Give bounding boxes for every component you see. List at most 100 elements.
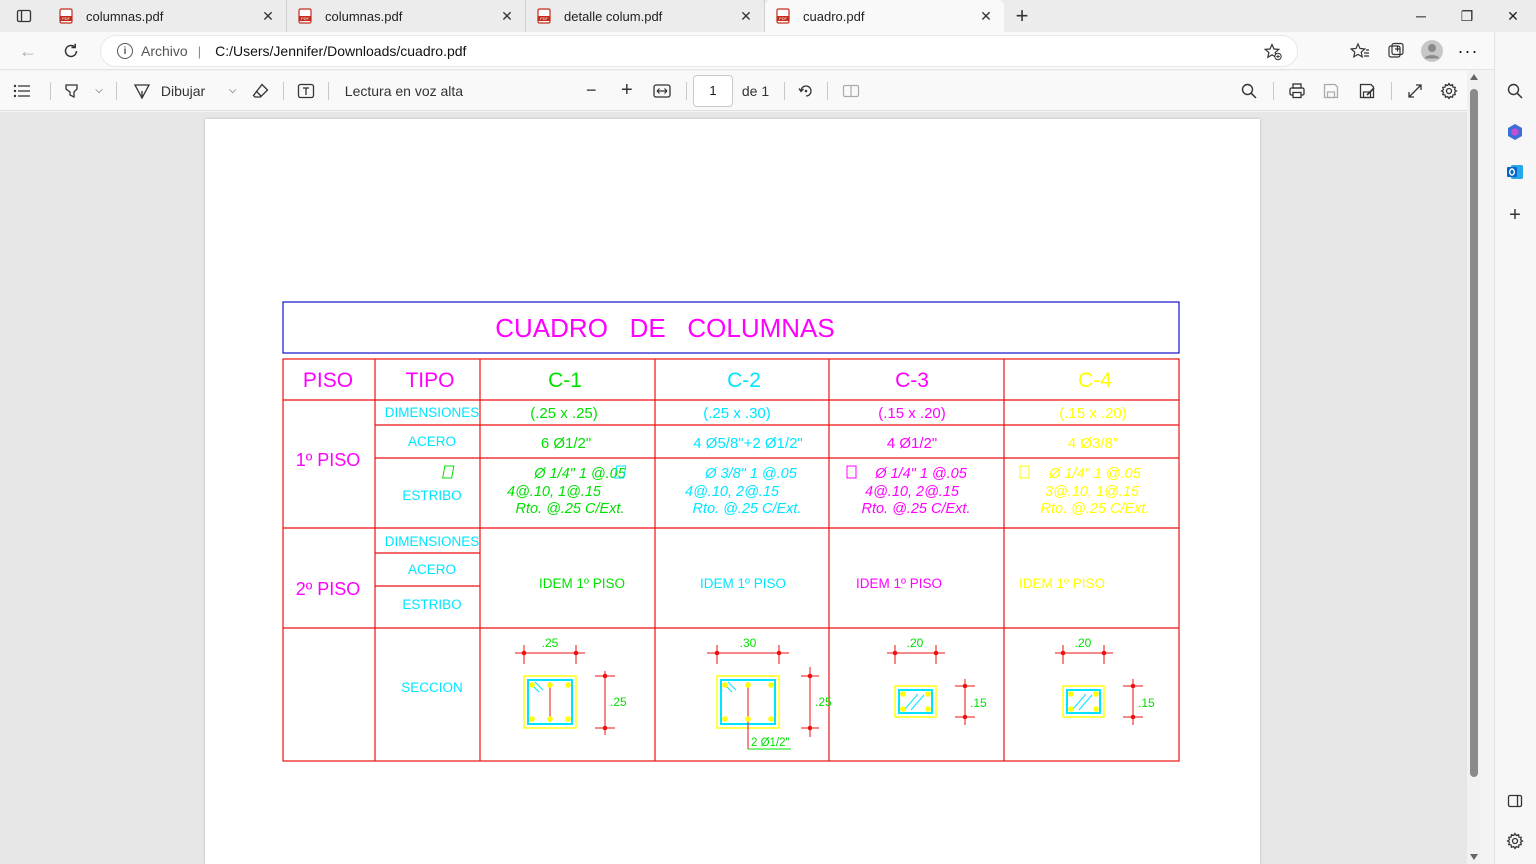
svg-text:PDF: PDF [301, 16, 310, 21]
c1-estribo-1: Ø 1/4" 1 @.05 [533, 466, 627, 482]
draw-button[interactable]: Dibujar [123, 75, 222, 107]
save-as-button[interactable] [1349, 75, 1385, 107]
sidebar-toggle-button[interactable] [1499, 785, 1531, 817]
find-button[interactable] [1231, 75, 1267, 107]
tab-columnas-2[interactable]: PDF columnas.pdf ✕ [287, 0, 526, 32]
sidebar-settings-button[interactable] [1499, 825, 1531, 857]
save-as-icon [1359, 83, 1375, 98]
highlight-button[interactable] [56, 75, 88, 107]
pdf-page: CUADRO DE COLUMNAS PISO TIPO C-1 C-2 C-3… [205, 119, 1260, 864]
plus-icon: + [1509, 203, 1521, 226]
read-aloud-button[interactable]: Lectura en voz alta [335, 75, 464, 107]
sidebar-search-button[interactable] [1499, 75, 1531, 107]
c2-estribo-2: 4@.10, 2@.15 [685, 484, 780, 500]
collections-button[interactable] [1378, 33, 1414, 69]
sidebar-add-button[interactable]: + [1499, 199, 1531, 231]
row-label-dimensiones: DIMENSIONES [385, 405, 480, 420]
c2-estribo-3: Rto. @.25 C/Ext. [692, 501, 801, 517]
text-button[interactable] [290, 75, 322, 107]
divider [826, 81, 828, 100]
c3-width-dim: .20 [907, 636, 924, 650]
c2-bar-note: 2 Ø1/2" [751, 737, 790, 749]
settings-button[interactable] [1431, 75, 1467, 107]
gear-icon [1440, 81, 1458, 100]
profile-button[interactable] [1414, 33, 1450, 69]
scroll-up-icon[interactable] [1470, 74, 1478, 80]
tab-detalle-colum[interactable]: PDF detalle colum.pdf ✕ [526, 0, 765, 32]
fit-width-icon [653, 83, 672, 98]
page-view-button[interactable] [834, 75, 868, 107]
tab-actions-icon [16, 9, 32, 23]
c4-idem: IDEM 1º PISO [1019, 576, 1105, 591]
tab-actions-button[interactable] [0, 0, 48, 32]
m365-icon [1508, 124, 1522, 140]
vertical-scrollbar[interactable] [1467, 71, 1481, 864]
url-field[interactable]: i Archivo | C:/Users/Jennifer/Downloads/… [100, 35, 1298, 67]
c3-dimensiones: (.15 x .20) [878, 405, 946, 422]
scroll-thumb[interactable] [1470, 89, 1478, 777]
c1-height-dim: .25 [610, 695, 627, 709]
outlook-icon [1507, 165, 1523, 179]
plus-icon: + [620, 79, 633, 101]
tab-strip: PDF columnas.pdf ✕ PDF columnas.pdf ✕ PD… [0, 0, 1536, 32]
svg-text:PDF: PDF [62, 16, 71, 21]
new-tab-button[interactable]: + [1006, 0, 1038, 32]
refresh-button[interactable] [53, 33, 89, 69]
close-icon[interactable]: ✕ [978, 8, 994, 24]
highlight-options-button[interactable]: ⌵ [88, 75, 110, 107]
sidebar-outlook-button[interactable] [1499, 156, 1531, 188]
c1-estribo-2: 4@.10, 1@.15 [507, 484, 602, 500]
fullscreen-button[interactable] [1398, 75, 1432, 107]
divider [49, 81, 51, 100]
close-icon[interactable]: ✕ [260, 8, 276, 24]
page-number-input[interactable]: 1 [693, 74, 733, 107]
url-text: C:/Users/Jennifer/Downloads/cuadro.pdf [215, 43, 467, 59]
fit-width-button[interactable] [645, 75, 681, 107]
info-icon[interactable]: i [117, 43, 133, 59]
divider [1273, 81, 1275, 100]
pdf-file-icon: PDF [776, 8, 790, 24]
svg-text:PDF: PDF [540, 16, 549, 21]
c3-estribo-1: Ø 1/4" 1 @.05 [874, 466, 968, 482]
restore-button[interactable]: ❐ [1444, 0, 1490, 32]
save-icon [1324, 83, 1339, 98]
scroll-down-icon[interactable] [1470, 854, 1478, 860]
sidebar-panel-icon [1507, 794, 1523, 808]
close-icon[interactable]: ✕ [738, 8, 754, 24]
close-icon[interactable]: ✕ [499, 8, 515, 24]
text-box-icon [297, 83, 315, 98]
c2-dimensiones: (.25 x .30) [703, 405, 771, 422]
svg-text:PDF: PDF [779, 16, 788, 21]
header-tipo: TIPO [405, 369, 454, 392]
draw-options-button[interactable]: ⌵ [222, 75, 244, 107]
close-window-button[interactable]: ✕ [1490, 0, 1536, 32]
zoom-in-button[interactable]: + [609, 75, 645, 107]
minimize-button[interactable]: ─ [1398, 0, 1444, 32]
rotate-button[interactable] [791, 75, 821, 107]
tab-title: cuadro.pdf [803, 8, 865, 24]
add-favorite-icon[interactable] [1263, 42, 1283, 62]
header-c1: C-1 [548, 369, 582, 392]
zoom-out-button[interactable]: − [573, 75, 609, 107]
divider [784, 81, 786, 100]
more-menu-button[interactable]: ··· [1450, 33, 1486, 69]
contents-button[interactable] [0, 75, 44, 107]
address-bar: ← i Archivo | C:/Users/Jennifer/Download… [0, 32, 1536, 70]
sidebar-copilot-button[interactable] [1499, 116, 1531, 148]
favorites-button[interactable] [1342, 33, 1378, 69]
tab-cuadro[interactable]: PDF cuadro.pdf ✕ [765, 0, 1004, 32]
save-button[interactable] [1314, 75, 1350, 107]
minus-icon: − [585, 80, 597, 100]
collections-icon [1388, 42, 1404, 58]
c3-height-dim: .15 [970, 696, 987, 710]
c2-height-dim: .25 [815, 695, 832, 709]
c3-acero: 4 Ø1/2" [887, 435, 937, 452]
page-view-icon [842, 84, 859, 97]
tab-title: columnas.pdf [325, 8, 403, 24]
rotate-icon [798, 84, 812, 97]
tab-columnas-1[interactable]: PDF columnas.pdf ✕ [48, 0, 287, 32]
back-button[interactable]: ← [10, 33, 46, 69]
print-button[interactable] [1280, 75, 1314, 107]
page-total: de 1 [733, 75, 778, 107]
erase-button[interactable] [244, 75, 278, 107]
